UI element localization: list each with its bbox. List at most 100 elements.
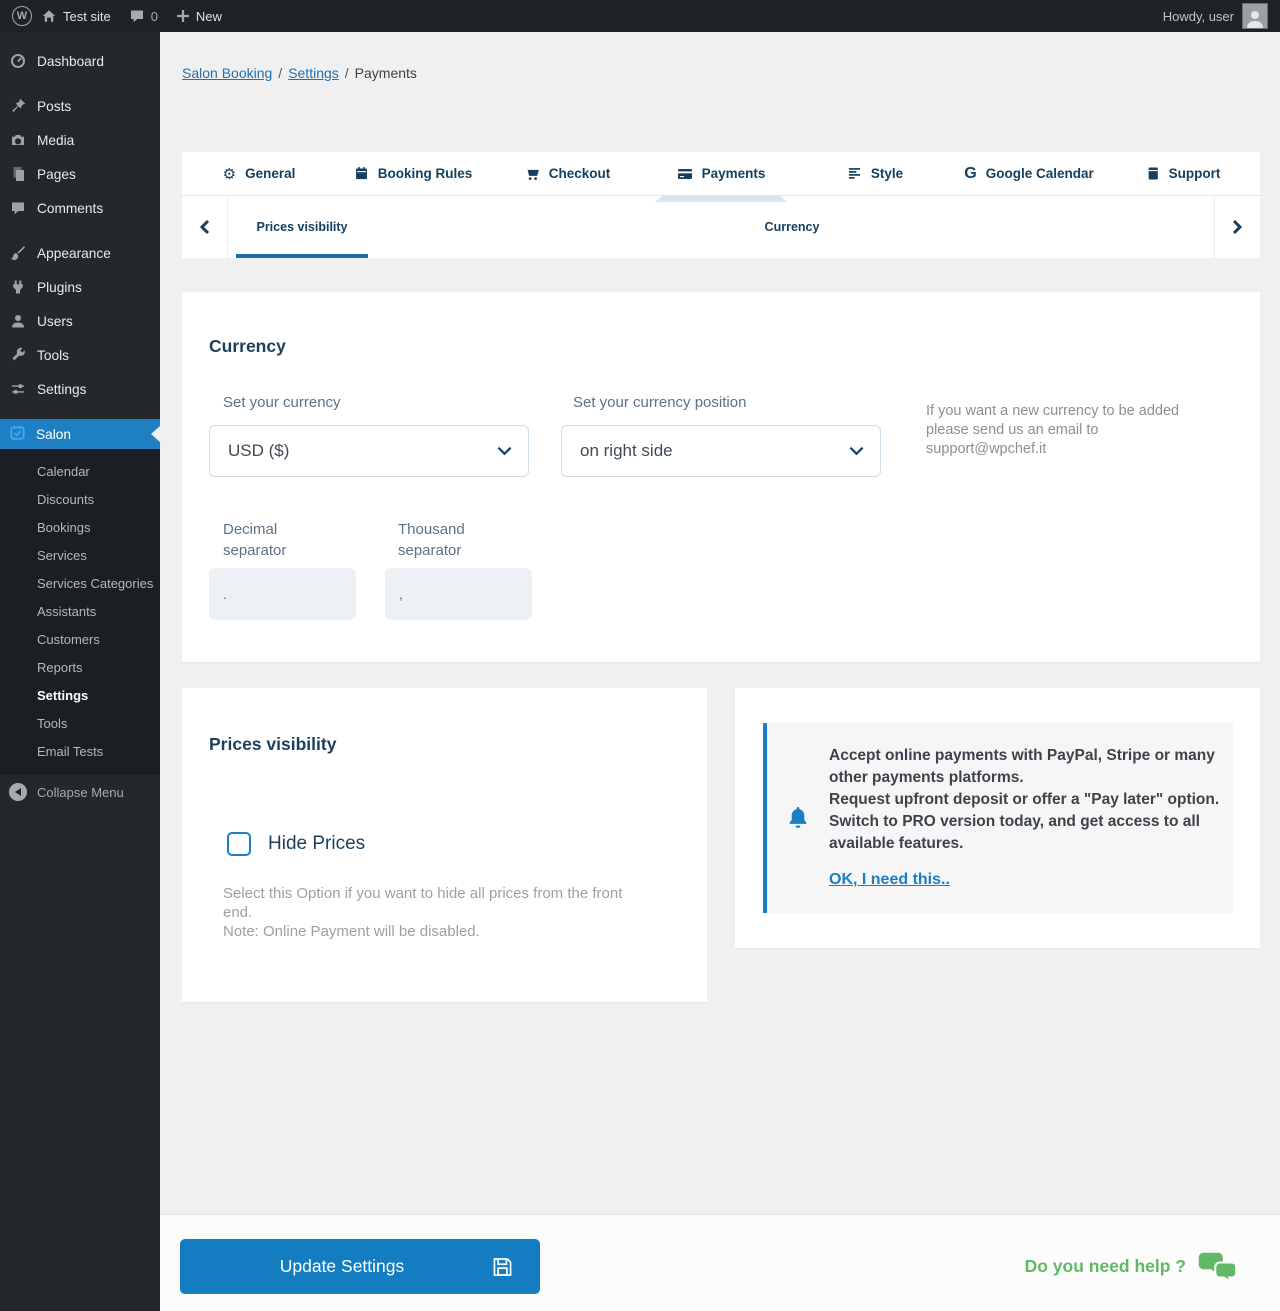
hide-prices-help-text: Select this Option if you want to hide a… bbox=[223, 885, 623, 940]
collapse-arrow-icon bbox=[9, 783, 27, 801]
sidebar-item-label: Settings bbox=[37, 381, 87, 397]
subtab-prev-button[interactable] bbox=[182, 196, 228, 258]
site-name: Test site bbox=[63, 8, 111, 24]
submenu-item-calendar[interactable]: Calendar bbox=[0, 458, 160, 486]
submenu-item-customers[interactable]: Customers bbox=[0, 626, 160, 654]
sidebar-item-dashboard[interactable]: Dashboard bbox=[0, 44, 160, 78]
sliders-icon bbox=[9, 381, 27, 397]
currency-help-text: If you want a new currency to be added p… bbox=[926, 403, 1180, 457]
tab-checkout[interactable]: Checkout bbox=[490, 152, 644, 195]
submenu-item-services[interactable]: Services bbox=[0, 542, 160, 570]
need-help-link[interactable]: Do you need help ? bbox=[1025, 1239, 1240, 1294]
comment-bubble-icon bbox=[130, 10, 143, 23]
decimal-separator-label: Decimal separator bbox=[223, 521, 287, 559]
main-content: Salon Booking / Settings / Payments ⚙ Genera… bbox=[160, 32, 1280, 1311]
admin-bar-site-link[interactable]: Test site bbox=[32, 0, 120, 32]
thousand-separator-input[interactable] bbox=[385, 568, 532, 620]
subtab-next-button[interactable] bbox=[1214, 196, 1260, 258]
tab-label: Style bbox=[870, 166, 904, 181]
tab-label: Support bbox=[1168, 166, 1221, 181]
subtab-currency[interactable]: Currency bbox=[726, 196, 858, 258]
submenu-item-assistants[interactable]: Assistants bbox=[0, 598, 160, 626]
subtab-prices-visibility[interactable]: Prices visibility bbox=[236, 196, 368, 258]
submenu-item-bookings[interactable]: Bookings bbox=[0, 514, 160, 542]
sidebar-item-settings[interactable]: Settings bbox=[0, 372, 160, 406]
pin-icon bbox=[9, 98, 27, 114]
sidebar-item-label: Salon bbox=[36, 426, 72, 442]
sidebar-item-label: Users bbox=[37, 313, 73, 329]
sidebar-item-media[interactable]: Media bbox=[0, 123, 160, 157]
breadcrumb-current: Payments bbox=[354, 65, 417, 81]
admin-bar-comments[interactable]: 0 bbox=[120, 0, 167, 32]
menu-separator bbox=[0, 78, 160, 89]
menu-separator bbox=[0, 406, 160, 419]
admin-bar-account[interactable]: Howdy, user bbox=[1163, 3, 1268, 29]
submenu-item-settings[interactable]: Settings bbox=[0, 682, 160, 710]
chevron-down-icon bbox=[849, 446, 864, 456]
breadcrumb-separator: / bbox=[278, 65, 283, 81]
tab-general[interactable]: ⚙ General bbox=[182, 152, 336, 195]
camera-icon bbox=[9, 132, 27, 148]
pro-promo-link[interactable]: OK, I need this.. bbox=[829, 869, 950, 891]
tab-label: Checkout bbox=[548, 166, 611, 181]
collapse-menu-button[interactable]: Collapse Menu bbox=[0, 775, 160, 809]
admin-bar: W Test site 0 New Howdy, user bbox=[0, 0, 1280, 32]
sidebar-item-tools[interactable]: Tools bbox=[0, 338, 160, 372]
submenu-item-tools[interactable]: Tools bbox=[0, 710, 160, 738]
tab-label: Google Calendar bbox=[985, 166, 1094, 181]
book-icon bbox=[1148, 167, 1158, 180]
hide-prices-checkbox[interactable] bbox=[227, 832, 251, 856]
wordpress-logo-icon[interactable]: W bbox=[12, 6, 32, 26]
tab-style[interactable]: Style bbox=[798, 152, 952, 195]
sidebar-item-salon[interactable]: Salon bbox=[0, 419, 160, 449]
tab-payments[interactable]: Payments bbox=[644, 152, 798, 195]
tab-support[interactable]: Support bbox=[1106, 152, 1260, 195]
tab-google-calendar[interactable]: G Google Calendar bbox=[952, 152, 1106, 195]
sidebar-item-comments[interactable]: Comments bbox=[0, 191, 160, 225]
submenu-item-email-tests[interactable]: Email Tests bbox=[0, 738, 160, 766]
decimal-separator-input[interactable] bbox=[209, 568, 356, 620]
sidebar-item-pages[interactable]: Pages bbox=[0, 157, 160, 191]
currency-select[interactable]: USD ($) bbox=[209, 425, 529, 477]
google-g-icon: G bbox=[964, 164, 977, 182]
currency-position-select[interactable]: on right side bbox=[561, 425, 881, 477]
new-label: New bbox=[195, 8, 222, 24]
subtab-strip: Prices visibility Currency bbox=[228, 196, 1214, 258]
person-silhouette-icon bbox=[1247, 11, 1263, 28]
plug-icon bbox=[9, 279, 27, 295]
update-settings-button[interactable]: Update Settings bbox=[180, 1239, 540, 1294]
person-icon bbox=[9, 313, 27, 329]
sidebar-item-posts[interactable]: Posts bbox=[0, 89, 160, 123]
breadcrumb-salon-booking-link[interactable]: Salon Booking bbox=[182, 65, 272, 81]
currency-section-title: Currency bbox=[209, 336, 286, 356]
currency-position-label: Set your currency position bbox=[573, 394, 747, 411]
sidebar-item-label: Media bbox=[37, 132, 75, 148]
currency-section: Currency Set your currency USD ($) Set y… bbox=[182, 292, 1260, 662]
admin-bar-new[interactable]: New bbox=[167, 0, 231, 32]
tab-booking-rules[interactable]: Booking Rules bbox=[336, 152, 490, 195]
calendar-check-icon bbox=[9, 424, 26, 444]
sidebar-item-users[interactable]: Users bbox=[0, 304, 160, 338]
sidebar-item-appearance[interactable]: Appearance bbox=[0, 236, 160, 270]
submenu-item-discounts[interactable]: Discounts bbox=[0, 486, 160, 514]
credit-card-icon bbox=[677, 168, 692, 179]
active-menu-notch bbox=[151, 426, 160, 442]
sidebar-item-plugins[interactable]: Plugins bbox=[0, 270, 160, 304]
breadcrumb-settings-link[interactable]: Settings bbox=[288, 65, 339, 81]
bell-icon bbox=[767, 805, 829, 831]
menu-separator bbox=[0, 225, 160, 236]
collapse-menu-label: Collapse Menu bbox=[37, 784, 124, 800]
sidebar-item-label: Tools bbox=[37, 347, 69, 363]
submenu-item-reports[interactable]: Reports bbox=[0, 654, 160, 682]
align-bars-icon bbox=[848, 168, 860, 179]
submenu-item-services-categories[interactable]: Services Categories bbox=[0, 570, 160, 598]
wrench-icon bbox=[9, 347, 27, 363]
cart-icon bbox=[524, 167, 539, 180]
currency-position-select-value: on right side bbox=[580, 441, 673, 460]
gauge-icon bbox=[9, 53, 27, 69]
tab-label: Booking Rules bbox=[377, 166, 473, 181]
chevron-left-icon bbox=[199, 219, 210, 235]
currency-label: Set your currency bbox=[223, 394, 341, 411]
breadcrumb: Salon Booking / Settings / Payments bbox=[182, 65, 417, 81]
pages-icon bbox=[9, 166, 27, 182]
